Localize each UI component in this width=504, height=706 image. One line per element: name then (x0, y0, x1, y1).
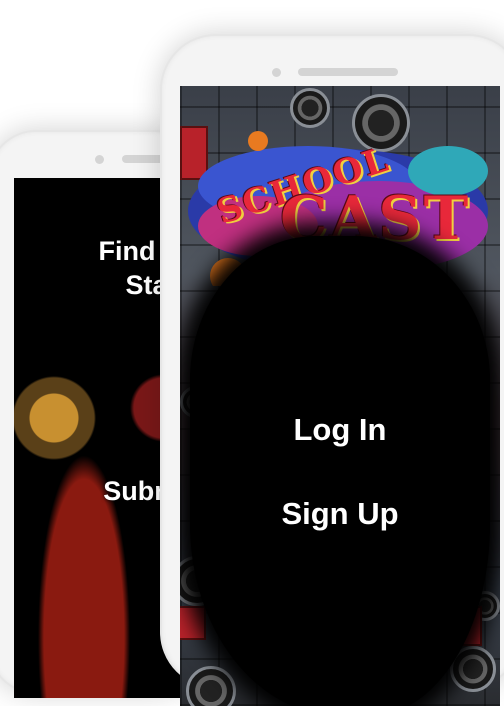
login-button[interactable]: Log In (240, 412, 440, 448)
speaker-slot (298, 68, 398, 76)
camera-icon (272, 68, 281, 77)
camera-icon (95, 155, 104, 164)
front-screen: SCHOOL CAST Log In Sign Up (180, 86, 500, 706)
boombox-decor (180, 606, 206, 640)
phone-front: SCHOOL CAST Log In Sign Up (160, 34, 504, 706)
ink-splash-backdrop (190, 236, 490, 706)
signup-button[interactable]: Sign Up (240, 496, 440, 532)
